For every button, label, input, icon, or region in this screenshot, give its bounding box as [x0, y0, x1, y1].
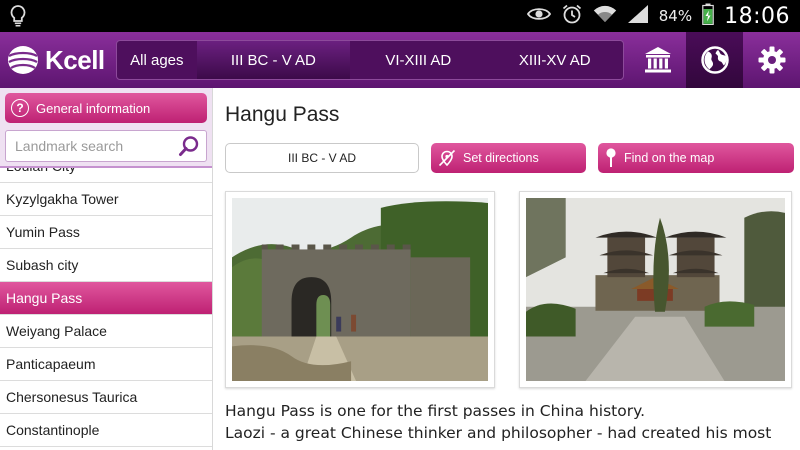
gate-photo-image — [232, 198, 488, 381]
list-item-constantinople[interactable]: Constantinople — [0, 414, 212, 447]
clock-time: 18:06 — [724, 3, 790, 29]
globe-button[interactable] — [686, 32, 743, 88]
list-item-chersonesus-taurica[interactable]: Chersonesus Taurica — [0, 381, 212, 414]
set-directions-button[interactable]: Set directions — [431, 143, 586, 173]
era-selector: All ages III BC - V AD VI-XIII AD XIII-X… — [116, 40, 624, 80]
eye-icon — [526, 6, 551, 26]
era-tab-xiii-xv-ad[interactable]: XIII-XV AD — [487, 41, 623, 79]
battery-percent: 84% — [658, 7, 693, 25]
list-item-panticapaeum[interactable]: Panticapaeum — [0, 348, 212, 381]
kcell-logo: Kcell — [6, 40, 112, 80]
page-title: Hangu Pass — [225, 103, 340, 126]
pagoda-photo-image — [526, 198, 785, 381]
logo-text: Kcell — [45, 44, 105, 75]
museum-icon — [644, 47, 671, 73]
landmark-photo-gate[interactable] — [225, 191, 495, 388]
list-item-yumin-pass[interactable]: Yumin Pass — [0, 216, 212, 249]
landmark-photo-pagoda[interactable] — [519, 191, 792, 388]
globe-icon — [700, 46, 729, 74]
wifi-icon — [593, 4, 617, 28]
directions-icon — [438, 149, 456, 167]
find-on-map-label: Find on the map — [624, 151, 715, 165]
sidebar-controls: ? General information — [0, 88, 212, 168]
alarm-icon — [561, 3, 583, 29]
list-item-subash-city[interactable]: Subash city — [0, 249, 212, 282]
find-on-map-button[interactable]: Find on the map — [598, 143, 794, 173]
landmark-list: Loulan City Kyzylgakha Tower Yumin Pass … — [0, 150, 212, 447]
kcell-logo-icon — [8, 46, 38, 74]
landmark-sidebar: ? General information Loulan City Kyzylg… — [0, 88, 213, 450]
museum-button[interactable] — [629, 32, 686, 88]
signal-icon — [627, 4, 649, 28]
set-directions-label: Set directions — [463, 151, 539, 165]
list-item-weiyang-palace[interactable]: Weiyang Palace — [0, 315, 212, 348]
landmark-detail: Hangu Pass III BC - V AD Set directions … — [213, 88, 800, 450]
era-badge: III BC - V AD — [225, 143, 419, 173]
landmark-description: Hangu Pass is one for the first passes i… — [225, 400, 795, 444]
settings-button[interactable] — [743, 32, 800, 88]
description-line: Hangu Pass is one for the first passes i… — [225, 402, 646, 420]
era-tab-iii-bc-v-ad[interactable]: III BC - V AD — [196, 41, 351, 79]
search-icon[interactable] — [178, 135, 200, 157]
question-mark-icon: ? — [11, 99, 29, 117]
landmark-search-input[interactable] — [6, 131, 176, 161]
app-root: 84% 18:06 Kcell All ages III BC - V AD V… — [0, 0, 800, 450]
list-item-hangu-pass[interactable]: Hangu Pass — [0, 282, 212, 315]
list-item-kyzylgakha-tower[interactable]: Kyzylgakha Tower — [0, 183, 212, 216]
app-header: Kcell All ages III BC - V AD VI-XIII AD … — [0, 32, 800, 88]
battery-charging-icon — [702, 3, 714, 29]
era-tab-vi-xiii-ad[interactable]: VI-XIII AD — [350, 41, 486, 79]
general-information-label: General information — [36, 100, 151, 116]
landmark-search-box — [5, 130, 207, 162]
era-tab-all-ages[interactable]: All ages — [117, 41, 197, 79]
description-line: Laozi - a great Chinese thinker and phil… — [225, 424, 772, 442]
status-bar: 84% 18:06 — [0, 0, 800, 32]
general-information-button[interactable]: ? General information — [5, 93, 207, 123]
gear-icon — [758, 46, 785, 74]
map-pin-icon — [606, 148, 616, 167]
bulb-icon — [10, 5, 26, 31]
